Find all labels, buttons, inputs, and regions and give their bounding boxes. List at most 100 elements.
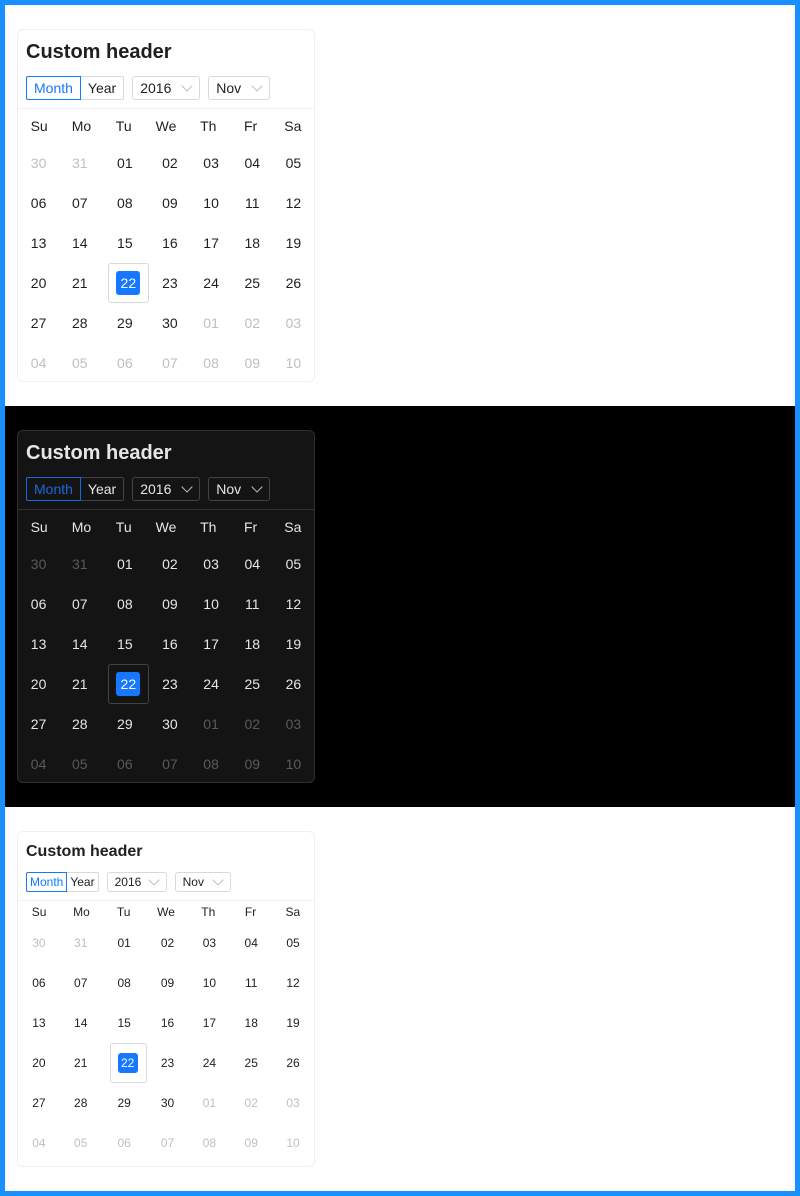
date-cell[interactable]: 03 (273, 303, 314, 343)
date-cell[interactable]: 31 (60, 923, 102, 963)
date-cell[interactable]: 18 (230, 1003, 272, 1043)
date-cell[interactable]: 12 (272, 963, 314, 1003)
date-cell[interactable]: 10 (273, 744, 314, 784)
date-cell[interactable]: 10 (191, 183, 232, 223)
date-cell[interactable]: 24 (191, 664, 232, 704)
date-cell[interactable]: 15 (100, 223, 149, 263)
date-cell[interactable]: 05 (272, 923, 314, 963)
date-cell[interactable]: 08 (102, 963, 147, 1003)
date-cell[interactable]: 01 (100, 143, 149, 183)
date-cell[interactable]: 11 (232, 584, 273, 624)
date-cell[interactable]: 15 (102, 1003, 147, 1043)
date-cell[interactable]: 26 (273, 664, 314, 704)
year-mode-button[interactable]: Year (80, 477, 125, 501)
date-cell[interactable]: 17 (191, 624, 232, 664)
date-cell[interactable]: 13 (18, 223, 59, 263)
date-cell[interactable]: 27 (18, 303, 59, 343)
date-cell[interactable]: 08 (100, 584, 149, 624)
date-cell[interactable]: 04 (230, 923, 272, 963)
date-cell[interactable]: 06 (100, 744, 149, 784)
date-cell[interactable]: 19 (273, 624, 314, 664)
date-cell[interactable]: 13 (18, 624, 59, 664)
date-cell[interactable]: 12 (273, 183, 314, 223)
date-cell[interactable]: 04 (232, 544, 273, 584)
date-cell[interactable]: 21 (59, 664, 100, 704)
date-cell[interactable]: 01 (188, 1083, 230, 1123)
date-cell[interactable]: 09 (149, 584, 190, 624)
date-cell[interactable]: 17 (191, 223, 232, 263)
date-cell[interactable]: 05 (273, 143, 314, 183)
date-cell[interactable]: 03 (272, 1083, 314, 1123)
date-cell[interactable]: 27 (18, 1083, 60, 1123)
date-cell[interactable]: 23 (149, 664, 190, 704)
date-cell[interactable]: 23 (149, 263, 190, 303)
date-cell[interactable]: 10 (272, 1123, 314, 1163)
date-cell[interactable]: 07 (149, 744, 190, 784)
date-cell[interactable]: 19 (272, 1003, 314, 1043)
date-cell[interactable]: 10 (188, 963, 230, 1003)
month-mode-button[interactable]: Month (26, 872, 68, 892)
month-select[interactable]: Nov (208, 477, 271, 501)
date-cell[interactable]: 20 (18, 263, 59, 303)
date-cell[interactable]: 23 (147, 1043, 189, 1083)
date-cell[interactable]: 28 (60, 1083, 102, 1123)
date-cell[interactable]: 04 (232, 143, 273, 183)
date-cell[interactable]: 08 (191, 343, 232, 383)
date-cell[interactable]: 14 (59, 624, 100, 664)
year-select[interactable]: 2016 (106, 872, 167, 892)
date-cell[interactable]: 04 (18, 1123, 60, 1163)
date-cell[interactable]: 07 (149, 343, 190, 383)
date-cell[interactable]: 19 (273, 223, 314, 263)
date-cell[interactable]: 02 (230, 1083, 272, 1123)
date-cell[interactable]: 12 (273, 584, 314, 624)
date-cell[interactable]: 10 (191, 584, 232, 624)
date-cell[interactable]: 28 (59, 704, 100, 744)
date-cell[interactable]: 04 (18, 744, 59, 784)
date-cell[interactable]: 27 (18, 704, 59, 744)
date-cell[interactable]: 03 (191, 544, 232, 584)
date-cell[interactable]: 21 (59, 263, 100, 303)
date-cell[interactable]: 02 (232, 704, 273, 744)
date-cell[interactable]: 11 (232, 183, 273, 223)
date-cell[interactable]: 08 (188, 1123, 230, 1163)
date-cell[interactable]: 02 (149, 544, 190, 584)
date-cell[interactable]: 26 (272, 1043, 314, 1083)
date-cell[interactable]: 30 (149, 704, 190, 744)
month-mode-button[interactable]: Month (26, 76, 81, 100)
date-cell[interactable]: 25 (230, 1043, 272, 1083)
date-cell[interactable]: 25 (232, 664, 273, 704)
date-cell[interactable]: 03 (273, 704, 314, 744)
date-cell[interactable]: 05 (273, 544, 314, 584)
date-cell[interactable]: 06 (18, 963, 60, 1003)
date-cell[interactable]: 28 (59, 303, 100, 343)
date-cell[interactable]: 05 (59, 343, 100, 383)
year-select[interactable]: 2016 (132, 76, 201, 100)
date-cell[interactable]: 21 (60, 1043, 102, 1083)
date-cell[interactable]: 18 (232, 223, 273, 263)
date-cell[interactable]: 29 (102, 1083, 147, 1123)
date-cell[interactable]: 25 (232, 263, 273, 303)
date-cell[interactable]: 02 (149, 143, 190, 183)
date-cell[interactable]: 08 (100, 183, 149, 223)
date-cell[interactable]: 06 (18, 183, 59, 223)
date-cell[interactable]: 11 (230, 963, 272, 1003)
date-cell[interactable]: 05 (60, 1123, 102, 1163)
year-select[interactable]: 2016 (132, 477, 201, 501)
date-cell[interactable]: 24 (191, 263, 232, 303)
date-cell[interactable]: 13 (18, 1003, 60, 1043)
date-cell[interactable]: 30 (18, 923, 60, 963)
date-cell[interactable]: 20 (18, 1043, 60, 1083)
date-cell[interactable]: 09 (147, 963, 189, 1003)
date-cell[interactable]: 05 (59, 744, 100, 784)
date-cell[interactable]: 04 (18, 343, 59, 383)
month-select[interactable]: Nov (174, 872, 231, 892)
date-cell[interactable]: 16 (147, 1003, 189, 1043)
date-cell[interactable]: 09 (232, 744, 273, 784)
date-cell[interactable]: 26 (273, 263, 314, 303)
date-cell[interactable]: 29 (100, 704, 149, 744)
date-cell[interactable]: 01 (191, 303, 232, 343)
date-cell[interactable]: 01 (102, 923, 147, 963)
date-cell[interactable]: 16 (149, 624, 190, 664)
date-cell[interactable]: 06 (18, 584, 59, 624)
year-mode-button[interactable]: Year (67, 872, 99, 892)
